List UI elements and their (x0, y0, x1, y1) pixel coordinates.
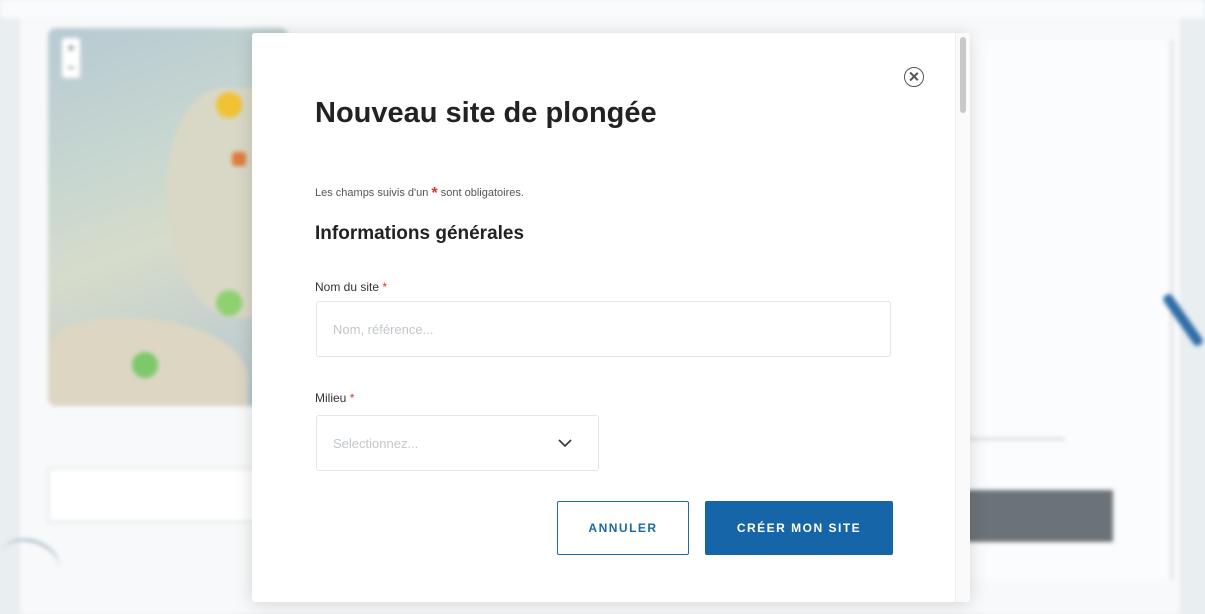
top-bar (0, 0, 1205, 18)
chevron-down-icon (558, 439, 572, 448)
background-button (965, 490, 1113, 542)
close-icon[interactable] (904, 67, 924, 87)
divider (965, 438, 1065, 440)
map-marker (232, 152, 246, 166)
map-marker (216, 92, 242, 118)
required-asterisk: * (431, 185, 438, 202)
new-dive-site-modal: Nouveau site de plongée Les champs suivi… (252, 33, 970, 602)
scrollbar-thumb[interactable] (960, 37, 966, 113)
modal-title: Nouveau site de plongée (315, 97, 657, 129)
zoom-out-icon: − (67, 60, 75, 75)
required-asterisk: * (349, 391, 355, 405)
required-asterisk: * (382, 280, 388, 294)
create-site-button[interactable]: CRÉER MON SITE (705, 501, 893, 555)
cancel-button[interactable]: ANNULER (557, 501, 689, 555)
map-zoom-control: + − (62, 38, 80, 78)
map-marker (132, 352, 158, 378)
map-marker (216, 290, 242, 316)
milieu-select[interactable]: Selectionnez... (316, 415, 599, 471)
milieu-label: Milieu * (315, 391, 355, 405)
zoom-in-icon: + (67, 40, 75, 55)
required-fields-note: Les champs suivis d'un * sont obligatoir… (315, 185, 524, 202)
background-button (48, 468, 270, 522)
scrollbar[interactable] (955, 33, 970, 602)
site-name-input[interactable] (316, 301, 891, 357)
site-name-label: Nom du site * (315, 280, 388, 294)
section-title: Informations générales (315, 223, 525, 244)
milieu-select-placeholder: Selectionnez... (333, 436, 419, 451)
